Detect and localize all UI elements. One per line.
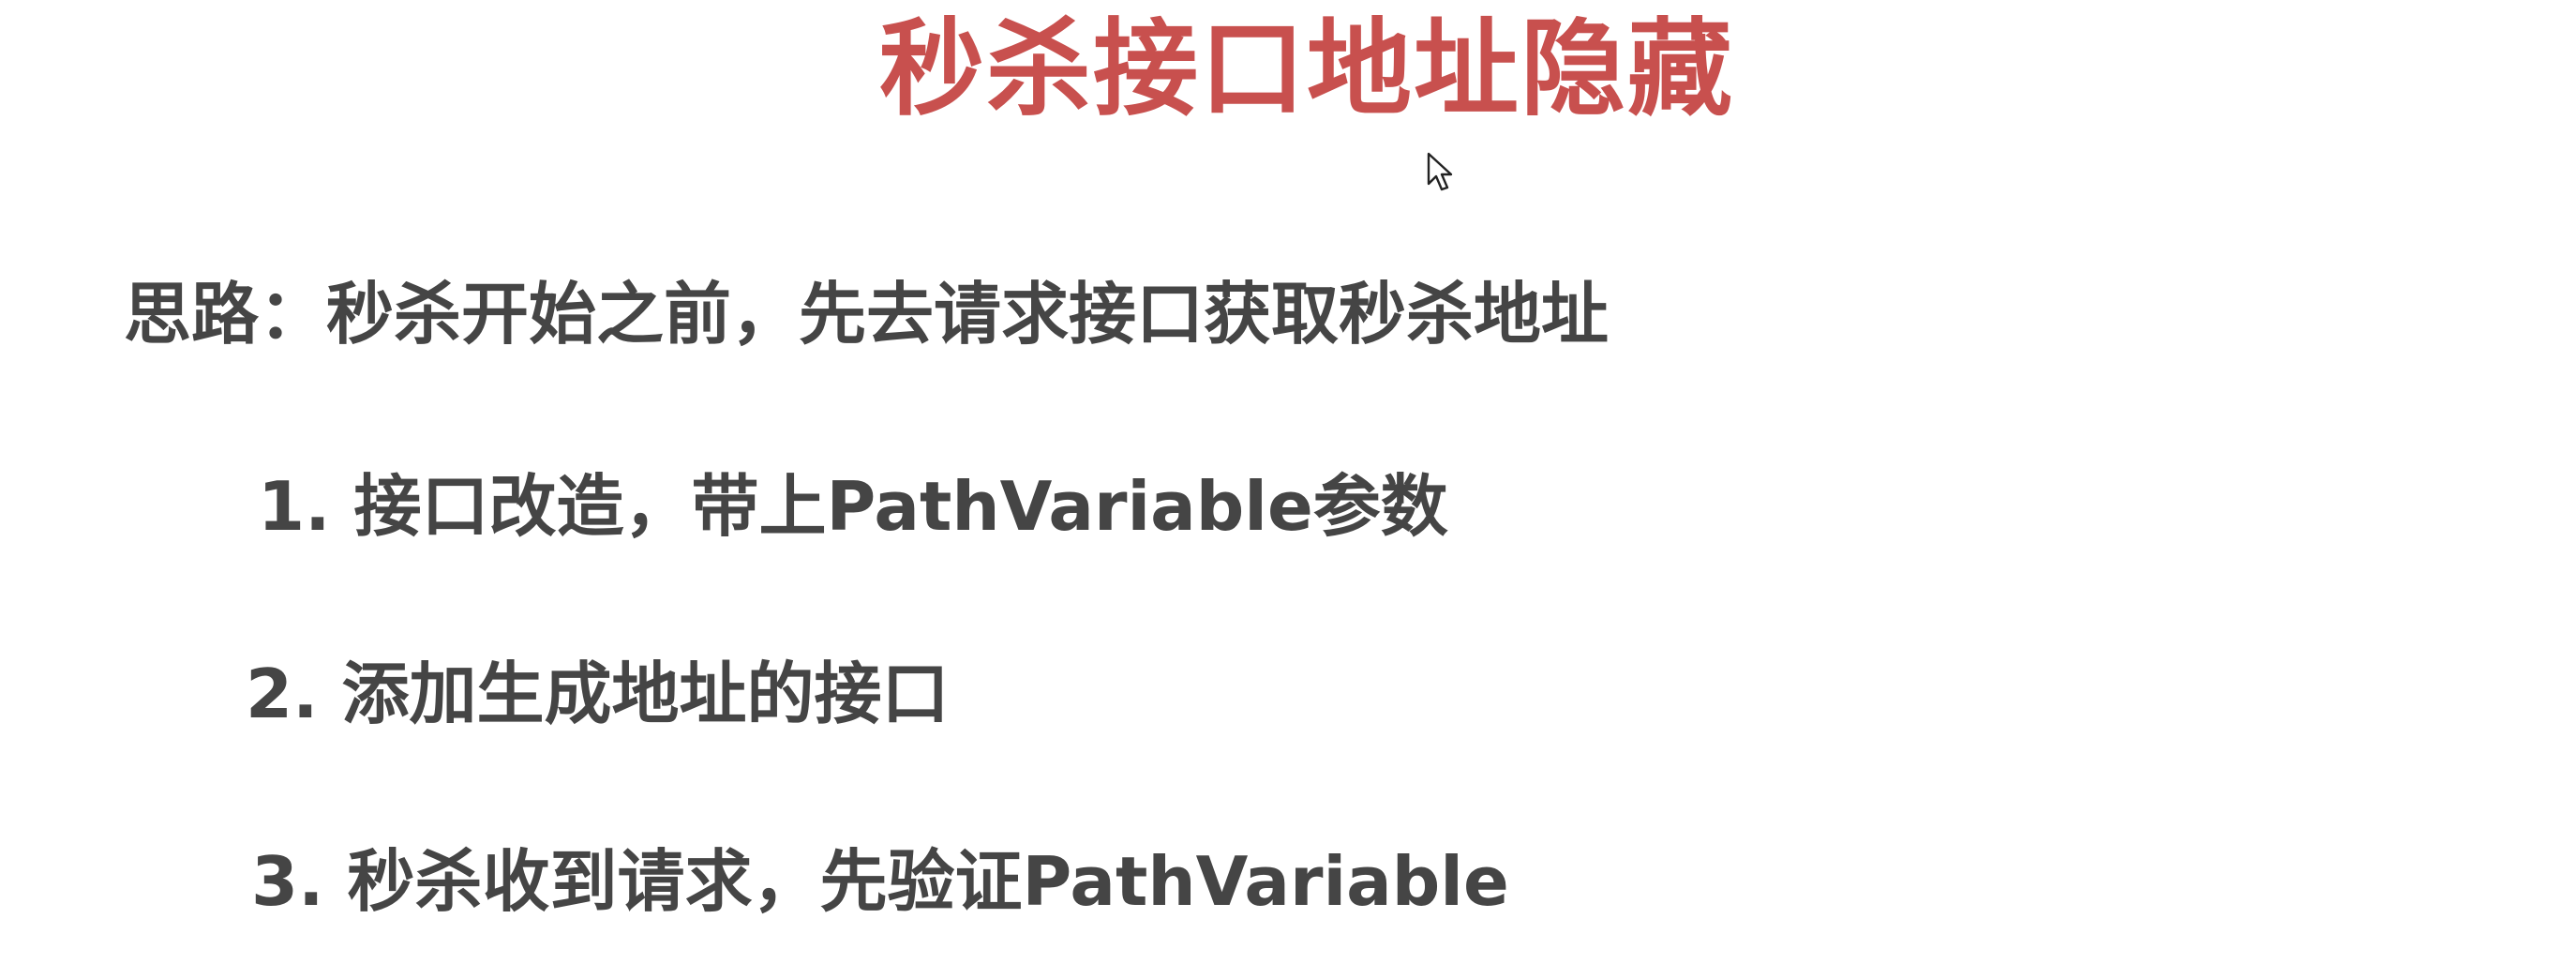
step-item-3: 3. 秒杀收到请求，先验证PathVariable [251, 842, 1509, 921]
slide-title: 秒杀接口地址隐藏 [879, 8, 1734, 130]
mouse-pointer-icon [1427, 152, 1453, 191]
step-item-1: 1. 接口改造，带上PathVariable参数 [258, 467, 1448, 546]
idea-text: 思路：秒杀开始之前，先去请求接口获取秒杀地址 [124, 275, 1610, 354]
step-item-2: 2. 添加生成地址的接口 [246, 655, 950, 733]
slide: 秒杀接口地址隐藏 思路：秒杀开始之前，先去请求接口获取秒杀地址 1. 接口改造，… [0, 0, 2576, 979]
